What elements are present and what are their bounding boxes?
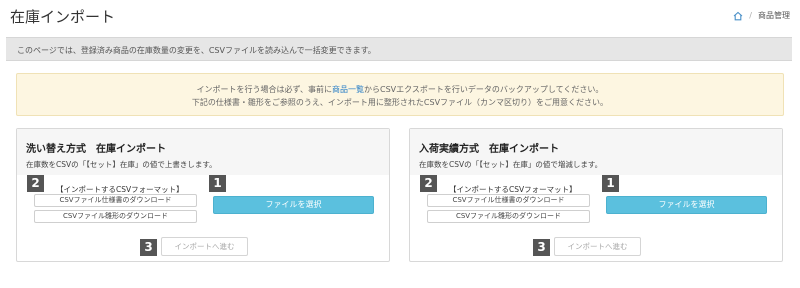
arrival-import-panel: 入荷実績方式 在庫インポート 在庫数をCSVの「【セット】在庫」の値で増減します… [409, 128, 783, 262]
alert-line-1: インポートを行う場合は必ず、事前に商品一覧からCSVエクスポートを行いデータのバ… [17, 83, 783, 96]
step-badge-3: 3 [140, 239, 157, 256]
panel-header: 入荷実績方式 在庫インポート 在庫数をCSVの「【セット】在庫」の値で増減します… [410, 129, 782, 233]
template-download-button[interactable]: CSVファイル雛形のダウンロード [427, 210, 590, 223]
template-download-button[interactable]: CSVファイル雛形のダウンロード [34, 210, 197, 223]
breadcrumb: / 商品管理 [733, 10, 790, 21]
breadcrumb-separator: / [749, 11, 752, 20]
alert-text: インポートを行う場合は必ず、事前に [196, 85, 333, 94]
step-badge-2: 2 [27, 175, 44, 192]
step-badge-1: 1 [602, 175, 619, 192]
step-badge-1: 1 [209, 175, 226, 192]
product-list-link[interactable]: 商品一覧 [332, 85, 364, 94]
page-title: 在庫インポート [10, 8, 116, 26]
panel-description: 在庫数をCSVの「【セット】在庫」の値で上書きします。 [26, 160, 217, 169]
panel-body: 2 1 【インポートするCSVフォーマット】 CSVファイル仕様書のダウンロード… [410, 175, 782, 233]
replace-import-panel: 洗い替え方式 在庫インポート 在庫数をCSVの「【セット】在庫」の値で上書きしま… [16, 128, 390, 262]
panel-description: 在庫数をCSVの「【セット】在庫」の値で増減します。 [419, 160, 603, 169]
spec-download-button[interactable]: CSVファイル仕様書のダウンロード [427, 194, 590, 207]
step-badge-2: 2 [420, 175, 437, 192]
choose-file-button[interactable]: ファイルを選択 [606, 196, 767, 214]
panel-title: 入荷実績方式 在庫インポート [419, 144, 559, 155]
choose-file-button[interactable]: ファイルを選択 [213, 196, 374, 214]
alert-text: からCSVエクスポートを行いデータのバックアップしてください。 [364, 85, 604, 94]
step-badge-3: 3 [533, 239, 550, 256]
alert-line-2: 下記の仕様書・雛形をご参照のうえ、インポート用に整形されたCSVファイル（カンマ… [191, 98, 609, 107]
panel-header: 洗い替え方式 在庫インポート 在庫数をCSVの「【セット】在庫」の値で上書きしま… [17, 129, 389, 233]
panel-title: 洗い替え方式 在庫インポート [26, 144, 166, 155]
proceed-import-button[interactable]: インポートへ進む [554, 237, 641, 256]
notice-bar: このページでは、登録済み商品の在庫数量の変更を、CSVファイルを読み込んで一括変… [6, 37, 792, 61]
spec-download-button[interactable]: CSVファイル仕様書のダウンロード [34, 194, 197, 207]
panel-body: 2 1 【インポートするCSVフォーマット】 CSVファイル仕様書のダウンロード… [17, 175, 389, 233]
breadcrumb-current: 商品管理 [758, 11, 790, 20]
warning-alert: インポートを行う場合は必ず、事前に商品一覧からCSVエクスポートを行いデータのバ… [16, 73, 784, 116]
proceed-import-button[interactable]: インポートへ進む [161, 237, 248, 256]
home-icon[interactable] [733, 11, 743, 21]
